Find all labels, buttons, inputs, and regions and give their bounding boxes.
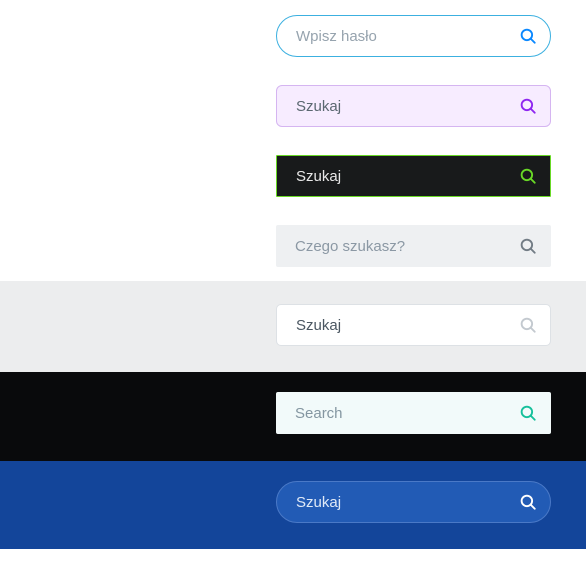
section-white-3 [0,141,586,211]
section-white-4 [0,211,586,281]
search-input[interactable] [276,481,551,523]
search-icon[interactable] [519,167,537,185]
search-icon[interactable] [519,316,537,334]
search-box-variant-4 [276,225,551,267]
section-white-2 [0,71,586,141]
search-input[interactable] [276,304,551,346]
search-icon[interactable] [519,97,537,115]
search-box-variant-3 [276,155,551,197]
search-box-variant-1 [276,15,551,57]
search-box-variant-2 [276,85,551,127]
section-white-1 [0,0,586,71]
search-input[interactable] [276,392,551,434]
search-box-variant-5 [276,304,551,346]
search-icon[interactable] [519,493,537,511]
section-black [0,372,586,461]
search-box-variant-7 [276,481,551,523]
search-input[interactable] [276,15,551,57]
search-input[interactable] [276,85,551,127]
search-input[interactable] [276,155,551,197]
section-light-gray [0,281,586,372]
search-icon[interactable] [519,27,537,45]
search-icon[interactable] [519,404,537,422]
search-input[interactable] [276,225,551,267]
search-box-variant-6 [276,392,551,434]
section-blue [0,461,586,549]
search-icon[interactable] [519,237,537,255]
